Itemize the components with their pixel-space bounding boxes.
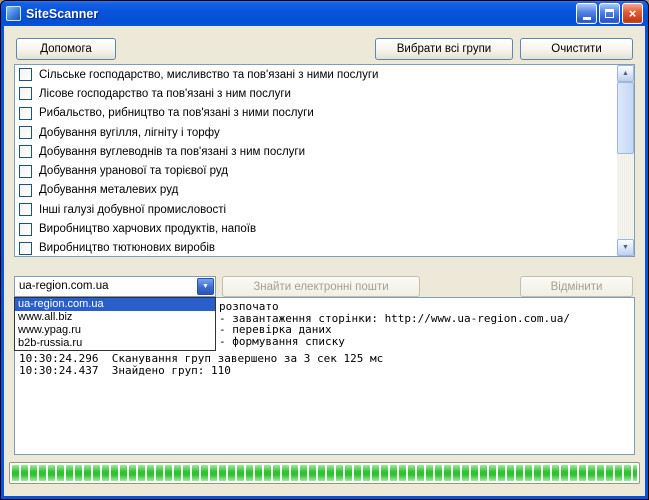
category-checkbox[interactable]	[19, 203, 32, 217]
category-label: Добування вуглеводнів та пов'язані з ним…	[39, 145, 306, 158]
combo-dropdown-list: ua-region.com.ua www.all.biz www.ypag.ru…	[14, 297, 216, 351]
category-row[interactable]: Добування вугілля, лігніту і торфу	[15, 123, 617, 142]
category-checkbox[interactable]	[19, 145, 32, 159]
maximize-button[interactable]	[599, 3, 620, 24]
category-checkbox[interactable]	[19, 126, 32, 140]
combo-option[interactable]: www.all.biz	[15, 311, 215, 324]
log-line: 10:30:24.296 Сканування груп завершено з…	[19, 352, 384, 365]
category-row[interactable]: Виробництво харчових продуктів, напоїв	[15, 219, 617, 238]
category-label: Сільське господарство, мисливство та пов…	[39, 68, 379, 81]
combo-option[interactable]: b2b-russia.ru	[15, 337, 215, 350]
site-combobox[interactable]: ua-region.com.ua ▼	[14, 276, 216, 297]
category-list: Сільське господарство, мисливство та пов…	[14, 64, 635, 257]
category-label: Лісове господарство та пов'язані з ним п…	[39, 87, 291, 100]
category-label: Виробництво харчових продуктів, напоїв	[39, 223, 257, 236]
category-row[interactable]: Інші галузі добувної промисловості	[15, 200, 617, 219]
category-row[interactable]: Добування вуглеводнів та пов'язані з ним…	[15, 142, 617, 161]
scroll-up-icon: ▲	[622, 70, 629, 77]
minimize-button[interactable]	[576, 3, 597, 24]
log-line: 10:30:24.437 Знайдено груп: 110	[19, 363, 231, 377]
cancel-button[interactable]: Відмінити	[520, 276, 633, 297]
close-icon: ×	[628, 6, 637, 21]
category-checkbox[interactable]	[19, 106, 32, 120]
chevron-down-icon: ▼	[202, 283, 209, 290]
category-row[interactable]: Лісове господарство та пов'язані з ним п…	[15, 84, 617, 103]
category-checkbox[interactable]	[19, 68, 32, 82]
category-row[interactable]: Добування уранової та торієвої руд	[15, 161, 617, 180]
scroll-thumb[interactable]	[617, 82, 634, 154]
combo-option[interactable]: www.ypag.ru	[15, 324, 215, 337]
category-row[interactable]: Сільське господарство, мисливство та пов…	[15, 65, 617, 84]
close-button[interactable]: ×	[622, 3, 643, 24]
category-label: Добування вугілля, лігніту і торфу	[39, 126, 220, 139]
find-emails-button[interactable]: Знайти електронні пошти	[222, 276, 420, 297]
category-checkbox[interactable]	[19, 164, 32, 178]
category-row[interactable]: Рибальство, рибництво та пов'язані з ним…	[15, 104, 617, 123]
combo-option[interactable]: ua-region.com.ua	[15, 298, 215, 311]
client-area: Допомога Вибрати всі групи Очистити Сіль…	[4, 26, 645, 496]
scroll-down-icon: ▼	[622, 244, 629, 251]
category-row[interactable]: Добування металевих руд	[15, 181, 617, 200]
scroll-up-button[interactable]: ▲	[617, 65, 634, 82]
window-title: SiteScanner	[26, 6, 99, 21]
combo-dropdown-button[interactable]: ▼	[197, 278, 214, 295]
progress-bar	[9, 462, 640, 484]
scroll-down-button[interactable]: ▼	[617, 239, 634, 256]
category-label: Інші галузі добувної промисловості	[39, 203, 227, 216]
category-checkbox[interactable]	[19, 241, 32, 255]
help-button[interactable]: Допомога	[16, 38, 116, 60]
app-window: SiteScanner × Допомога Вибрати всі групи…	[0, 0, 649, 500]
maximize-icon	[605, 9, 614, 18]
category-label: Рибальство, рибництво та пов'язані з ним…	[39, 107, 314, 120]
category-checkbox[interactable]	[19, 87, 32, 101]
category-checkbox[interactable]	[19, 183, 32, 197]
category-label: Виробництво тютюнових виробів	[39, 242, 216, 255]
category-row[interactable]: Виробництво тютюнових виробів	[15, 239, 617, 256]
category-label: Добування уранової та торієвої руд	[39, 165, 229, 178]
minimize-icon	[582, 17, 591, 20]
site-combobox-value: ua-region.com.ua	[19, 280, 109, 292]
category-checkbox[interactable]	[19, 222, 32, 236]
clear-button[interactable]: Очистити	[520, 38, 633, 60]
progress-fill	[12, 465, 637, 481]
scrollbar-track[interactable]: ▲ ▼	[617, 65, 634, 256]
title-bar: SiteScanner ×	[1, 1, 648, 26]
select-all-groups-button[interactable]: Вибрати всі групи	[375, 38, 513, 60]
app-icon	[6, 6, 21, 21]
category-label: Добування металевих руд	[39, 184, 179, 197]
category-list-rows: Сільське господарство, мисливство та пов…	[15, 65, 617, 256]
